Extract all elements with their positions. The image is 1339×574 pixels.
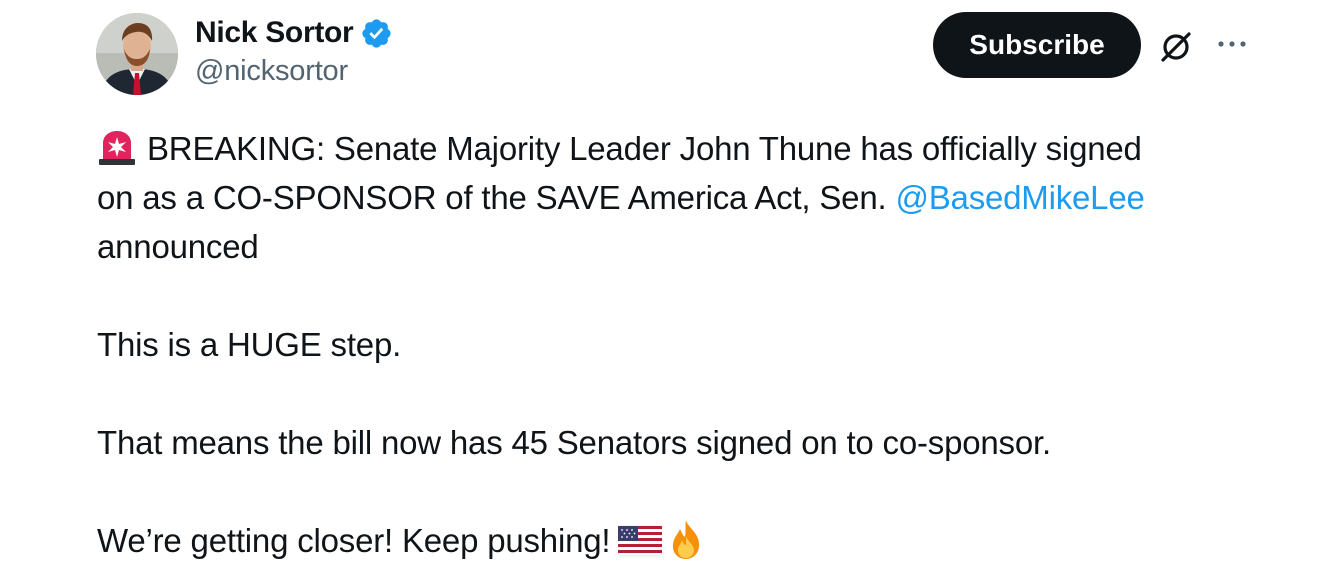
- tweet-paragraph: That means the bill now has 45 Senators …: [97, 424, 1051, 461]
- author-handle[interactable]: @nicksortor: [195, 55, 393, 88]
- more-options-icon[interactable]: [1214, 28, 1250, 58]
- avatar-image: [96, 13, 178, 95]
- tweet-text: BREAKING: Senate Majority Leader John Th…: [97, 124, 1267, 565]
- tweet-line2-text: on as a CO-SPONSOR of the SAVE America A…: [97, 179, 896, 216]
- tweet-line: announced: [97, 222, 1267, 271]
- us-flag-emoji-icon: [618, 522, 663, 557]
- author-block: Nick Sortor @nicksortor: [195, 14, 393, 88]
- fire-emoji-icon: [666, 518, 706, 560]
- subscribe-button[interactable]: Subscribe: [933, 12, 1141, 78]
- tweet-line1-text: BREAKING: Senate Majority Leader John Th…: [147, 130, 1142, 167]
- author-avatar[interactable]: [96, 13, 178, 95]
- grok-icon[interactable]: [1156, 26, 1196, 66]
- tweet-line3-text: announced: [97, 228, 259, 265]
- mention-link[interactable]: @BasedMikeLee: [895, 179, 1144, 216]
- tweet-paragraph4-text: We’re getting closer! Keep pushing!: [97, 522, 611, 559]
- tweet-paragraph: This is a HUGE step.: [97, 326, 402, 363]
- tweet-line: on as a CO-SPONSOR of the SAVE America A…: [97, 173, 1267, 222]
- author-name-row: Nick Sortor: [195, 14, 393, 52]
- tweet-card: Nick Sortor @nicksortor Subscribe BREAKI…: [0, 0, 1339, 574]
- tweet-paragraph-last: We’re getting closer! Keep pushing!: [97, 516, 1267, 565]
- author-display-name[interactable]: Nick Sortor: [195, 16, 354, 50]
- verified-badge-icon[interactable]: [360, 17, 393, 50]
- siren-emoji-icon: [97, 129, 137, 165]
- tweet-line: BREAKING: Senate Majority Leader John Th…: [97, 124, 1267, 173]
